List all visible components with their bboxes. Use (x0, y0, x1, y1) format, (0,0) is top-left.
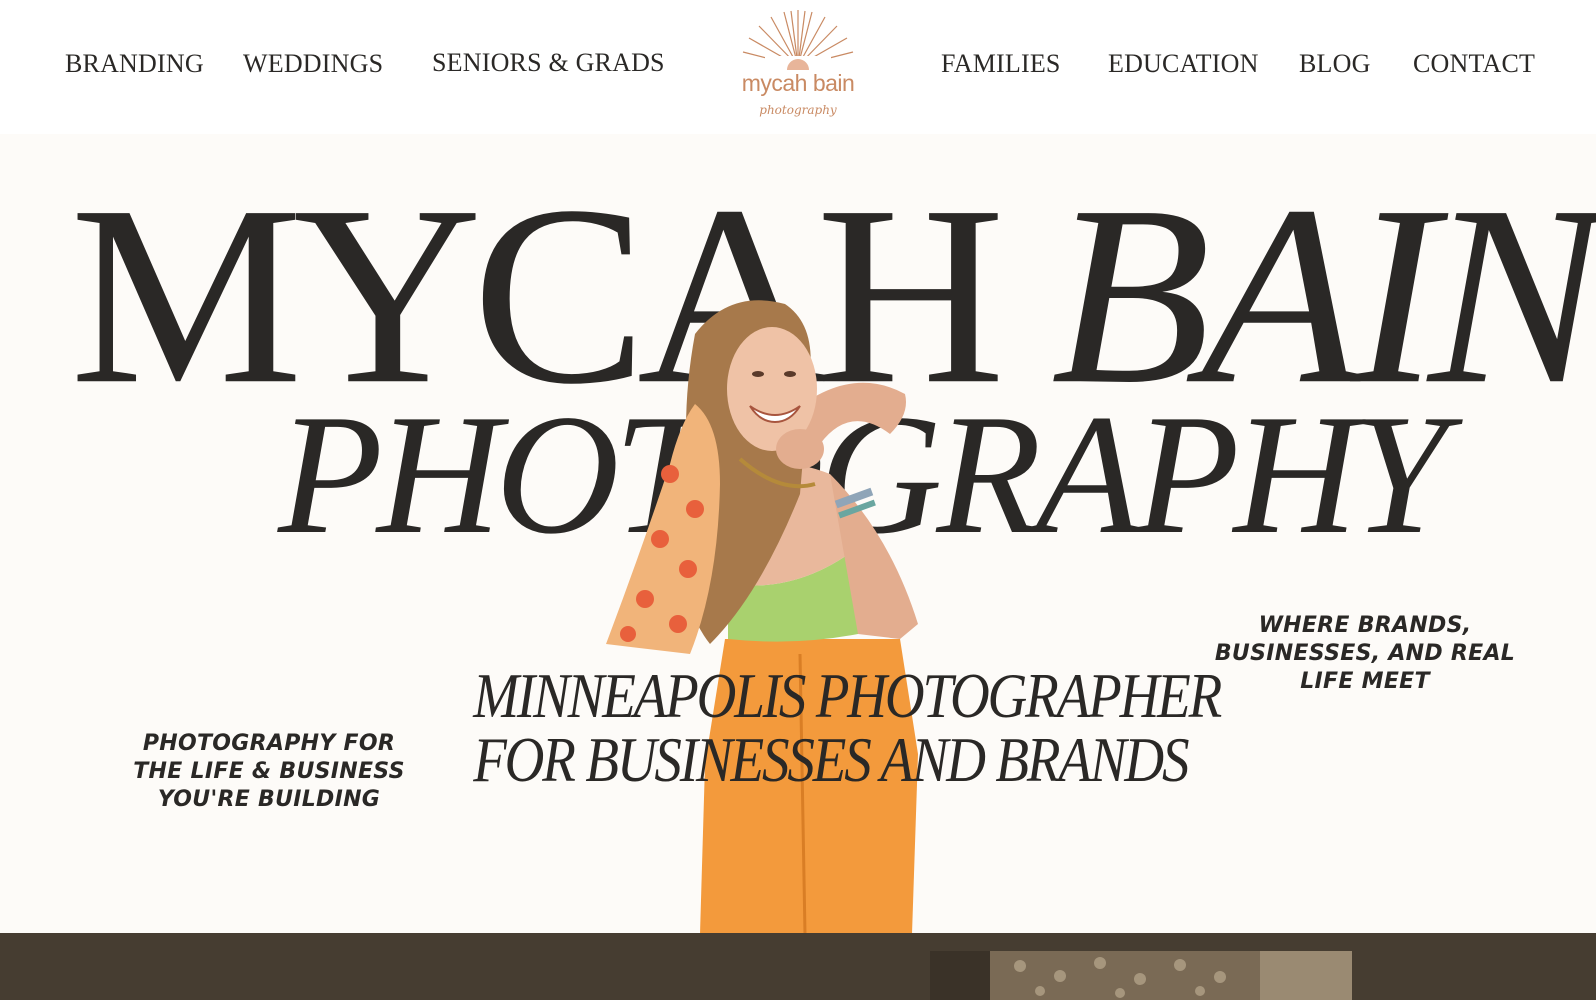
floral-pattern-image (930, 951, 1352, 1000)
hero-tagline: MINNEAPOLIS PHOTOGRAPHER FOR BUSINESSES … (473, 660, 1222, 795)
hero-portrait-image (606, 300, 918, 933)
nav-seniors-grads[interactable]: SENIORS & GRADS (432, 48, 665, 78)
nav-contact[interactable]: CONTACT (1413, 49, 1535, 79)
nav-branding[interactable]: BRANDING (65, 49, 204, 79)
hero-right-text: WHERE BRANDS, BUSINESSES, AND REAL LIFE … (1214, 613, 1516, 694)
site-header: BRANDING WEDDINGS SENIORS & GRADS mycah … (0, 0, 1596, 134)
sunburst-icon (742, 10, 854, 70)
hero-tagline-line1: MINNEAPOLIS PHOTOGRAPHER (473, 660, 1222, 731)
nav-education[interactable]: EDUCATION (1108, 49, 1259, 79)
logo-subtitle: photography (759, 103, 837, 117)
hero-left-text: PHOTOGRAPHY FOR THE LIFE & BUSINESS YOU'… (133, 731, 405, 812)
hero-tagline-line2: FOR BUSINESSES AND BRANDS (473, 724, 1189, 795)
site-logo[interactable]: mycah bain photography (735, 8, 861, 124)
nav-families[interactable]: FAMILIES (941, 49, 1061, 79)
hero-section: MYCAH BAIN PHOTOGRAPHY MINNEAPOLIS PHOTO… (0, 134, 1596, 933)
next-section-band (0, 933, 1596, 1000)
logo-name: mycah bain (741, 70, 855, 96)
nav-weddings[interactable]: WEDDINGS (243, 49, 383, 79)
nav-blog[interactable]: BLOG (1299, 49, 1371, 79)
next-section-image (930, 951, 1352, 1000)
